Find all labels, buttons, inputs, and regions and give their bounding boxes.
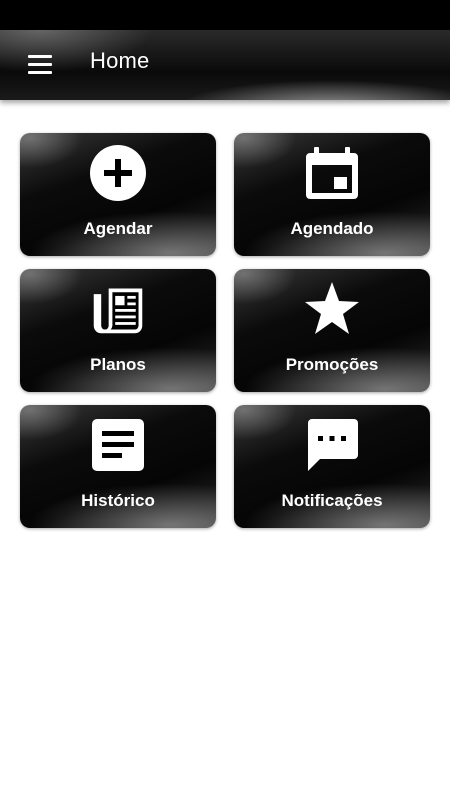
tile-planos[interactable]: Planos [20, 269, 216, 392]
tile-label: Notificações [281, 491, 383, 510]
chat-bubble-icon [308, 419, 358, 471]
tile-promocoes[interactable]: Promoções [234, 269, 430, 392]
star-icon [305, 282, 359, 334]
status-bar [0, 0, 450, 30]
tile-notificacoes[interactable]: Notificações [234, 405, 430, 528]
tile-historico[interactable]: Histórico [20, 405, 216, 528]
tile-agendado[interactable]: Agendado [234, 133, 430, 256]
tile-agendar[interactable]: Agendar [20, 133, 216, 256]
tile-label: Planos [90, 355, 146, 374]
tile-label: Promoções [285, 355, 379, 374]
app-bar: Home [0, 30, 450, 100]
newspaper-icon [93, 288, 143, 334]
page-title: Home [90, 48, 150, 73]
calendar-icon [306, 147, 358, 199]
tile-label: Histórico [81, 491, 155, 510]
tile-label: Agendado [290, 219, 374, 238]
add-circle-icon [90, 145, 146, 201]
hamburger-menu-icon[interactable] [24, 52, 56, 78]
tile-label: Agendar [83, 219, 153, 238]
document-icon [92, 419, 144, 471]
